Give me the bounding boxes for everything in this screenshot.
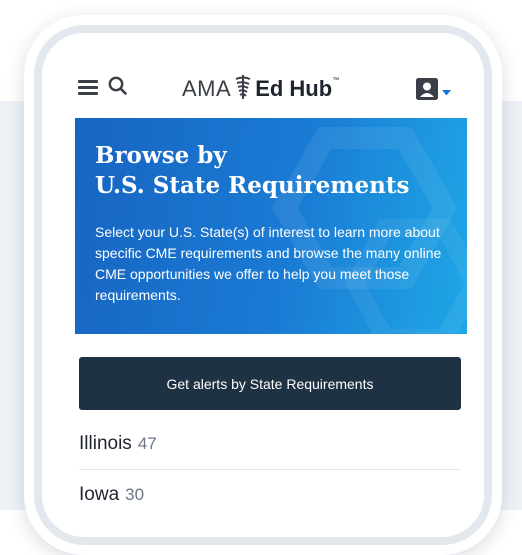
state-name: Illinois [79,433,132,454]
mobile-screen: AMA Ed Hub ™ Browse by U.S. State Requir… [60,58,482,510]
hero-title-line-1: Browse by [95,142,227,169]
logo-trademark: ™ [332,76,340,84]
state-item-iowa[interactable]: Iowa 30 [79,470,461,510]
hero-description: Select your U.S. State(s) of interest to… [95,224,442,303]
user-profile-menu[interactable] [416,78,451,105]
state-item-illinois[interactable]: Illinois 47 [79,419,461,470]
caret-down-icon [442,83,451,101]
hero-title-line-2: U.S. State Requirements [95,172,410,199]
site-header: AMA Ed Hub ™ [60,58,482,118]
search-icon[interactable] [108,76,128,103]
user-profile-icon [416,78,438,105]
ama-ed-hub-logo[interactable]: AMA Ed Hub ™ [182,74,340,105]
state-list: Illinois 47 Iowa 30 [79,419,461,510]
get-alerts-button[interactable]: Get alerts by State Requirements [79,357,461,410]
hero-title: Browse by U.S. State Requirements [95,141,455,201]
hamburger-menu-icon[interactable] [78,80,98,96]
logo-ama-text: AMA [182,76,232,101]
state-count: 30 [125,485,145,504]
logo-ed-hub-text: Ed Hub [255,76,333,101]
ama-staff-logo-icon [233,74,253,105]
hero-banner: Browse by U.S. State Requirements Select… [75,118,467,334]
state-count: 47 [137,434,157,453]
state-name: Iowa [79,484,120,505]
